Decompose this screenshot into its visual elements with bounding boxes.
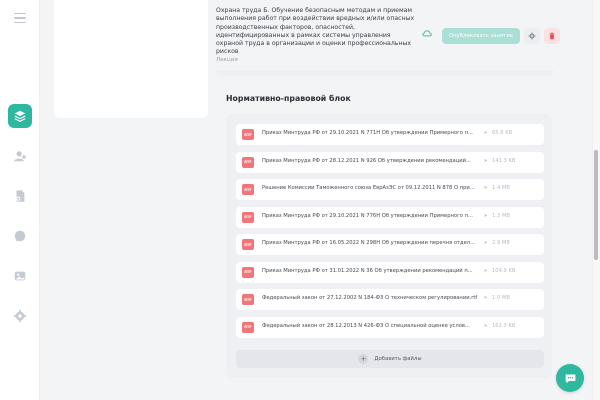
chevron-right-icon: » bbox=[484, 267, 488, 274]
document-row[interactable]: RTF Приказ Минтруда РФ от 29.10.2021 N 7… bbox=[236, 124, 544, 145]
plus-icon: + bbox=[358, 354, 369, 364]
sidebar-item-messages[interactable] bbox=[8, 224, 32, 248]
add-files-label: Добавить файлы bbox=[374, 356, 422, 362]
gear-icon bbox=[13, 309, 27, 323]
rtf-file-icon: RTF bbox=[242, 211, 254, 223]
document-row[interactable]: RTF Приказ Минтруда РФ от 31.01.2022 N 3… bbox=[236, 261, 544, 283]
document-name[interactable]: Федеральный закон от 27.12.2002 N 184-ФЗ… bbox=[262, 295, 482, 301]
course-sidebar-panel bbox=[54, 0, 208, 118]
document-size: 162.3 KB bbox=[492, 322, 516, 329]
document-name[interactable]: Федеральный закон от 28.12.2013 N 426-ФЗ… bbox=[262, 323, 482, 329]
rtf-file-icon: RTF bbox=[242, 294, 254, 305]
sidebar-item-media[interactable] bbox=[8, 264, 32, 288]
document-row[interactable]: RTF Приказ Минтруда РФ от 29.10.2021 N 7… bbox=[236, 206, 544, 228]
lesson-card-footer bbox=[216, 70, 554, 76]
document-size: 1.3 MB bbox=[492, 212, 510, 219]
sidebar-item-courses[interactable] bbox=[8, 104, 32, 128]
document-row[interactable]: RTF Решение Комиссии Таможенного союза Е… bbox=[236, 179, 544, 200]
chat-bubble-icon bbox=[14, 230, 26, 242]
image-icon bbox=[14, 271, 26, 281]
menu-icon[interactable] bbox=[14, 13, 26, 26]
document-name[interactable]: Приказ Минтруда РФ от 28.12.2021 N 926 О… bbox=[262, 158, 482, 164]
documents-panel: RTF Приказ Минтруда РФ от 29.10.2021 N 7… bbox=[226, 114, 552, 378]
document-name[interactable]: Приказ Минтруда РФ от 31.01.2022 N 36 Об… bbox=[262, 268, 482, 274]
document-name[interactable]: Приказ Минтруда РФ от 29.10.2021 N 776Н … bbox=[262, 213, 482, 219]
chevron-right-icon: » bbox=[484, 295, 488, 301]
rtf-file-icon: RTF bbox=[242, 266, 254, 278]
chat-button[interactable] bbox=[556, 364, 584, 392]
rtf-file-icon: RTF bbox=[242, 129, 254, 140]
add-files-button[interactable]: + Добавить файлы bbox=[236, 350, 544, 368]
document-name[interactable]: Приказ Минтруда РФ от 29.10.2021 N 771Н … bbox=[262, 130, 482, 136]
rtf-file-icon: RTF bbox=[242, 156, 254, 168]
document-icon bbox=[16, 190, 25, 202]
rtf-file-icon: RTF bbox=[242, 184, 254, 195]
document-size: 1.0 MB bbox=[492, 295, 510, 301]
lesson-type: Лекция bbox=[216, 57, 238, 63]
layers-icon bbox=[14, 110, 26, 122]
chevron-right-icon: » bbox=[484, 240, 488, 246]
document-row[interactable]: RTF Приказ Минтруда РФ от 28.12.2021 N 9… bbox=[236, 151, 544, 173]
document-size: 104.9 KB bbox=[492, 267, 516, 274]
lesson-title: Охрана труда Б. Обучение безопасным мето… bbox=[216, 7, 415, 56]
section-title: Нормативно-правовой блок bbox=[226, 94, 351, 103]
rtf-file-icon: RTF bbox=[242, 321, 254, 333]
document-row[interactable]: RTF Федеральный закон от 27.12.2002 N 18… bbox=[236, 289, 544, 310]
gear-icon bbox=[528, 32, 536, 40]
document-size: 1.4 MB bbox=[492, 185, 510, 191]
chevron-right-icon: » bbox=[484, 212, 488, 219]
publish-lesson-button[interactable]: Опубликовать занятие bbox=[442, 28, 520, 44]
document-size: 2.9 MB bbox=[492, 240, 510, 246]
chat-icon bbox=[565, 373, 575, 383]
chevron-right-icon: » bbox=[484, 157, 488, 164]
document-row[interactable]: RTF Федеральный закон от 28.12.2013 N 42… bbox=[236, 316, 544, 338]
chevron-right-icon: » bbox=[484, 130, 488, 136]
cloud-check-icon bbox=[422, 30, 432, 37]
document-row[interactable]: RTF Приказ Минтруда РФ от 16.05.2022 N 2… bbox=[236, 234, 544, 255]
lesson-settings-button[interactable] bbox=[524, 28, 540, 44]
document-size: 141.3 KB bbox=[492, 157, 516, 164]
sidebar-item-settings[interactable] bbox=[8, 304, 32, 328]
sidebar bbox=[0, 0, 40, 400]
delete-lesson-button[interactable] bbox=[544, 28, 560, 44]
document-name[interactable]: Приказ Минтруда РФ от 16.05.2022 N 298Н … bbox=[262, 240, 482, 246]
chevron-right-icon: » bbox=[484, 322, 488, 329]
rtf-file-icon: RTF bbox=[242, 239, 254, 250]
user-icon bbox=[14, 151, 26, 162]
lesson-card: Охрана труда Б. Обучение безопасным мето… bbox=[216, 0, 576, 76]
chevron-right-icon: » bbox=[484, 185, 488, 191]
document-name[interactable]: Решение Комиссии Таможенного союза ЕврАз… bbox=[262, 185, 482, 191]
trash-icon bbox=[549, 32, 555, 40]
sidebar-item-documents[interactable] bbox=[8, 184, 32, 208]
scrollbar-thumb[interactable] bbox=[594, 150, 598, 260]
document-size: 65.6 KB bbox=[492, 130, 513, 136]
sidebar-item-users[interactable] bbox=[8, 144, 32, 168]
